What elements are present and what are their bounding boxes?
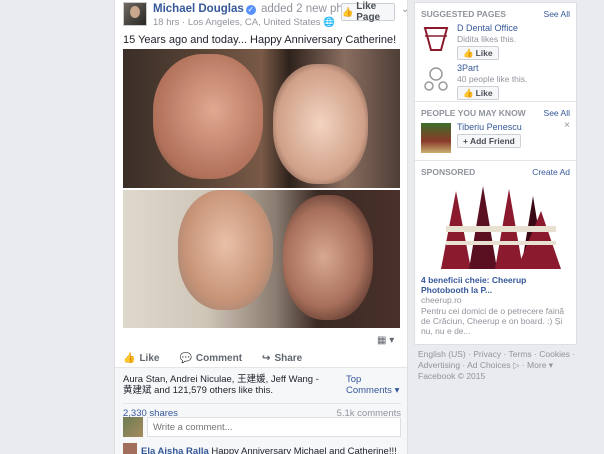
ad-image[interactable] (421, 181, 571, 271)
verified-badge-icon: ✓ (245, 5, 256, 15)
chevron-down-icon[interactable]: ⌄ (401, 4, 407, 15)
like-page-label: Like Page (356, 1, 381, 23)
page-social-context: Didita likes this. (457, 34, 517, 44)
suggested-page-item: 3Part 40 people like this. 👍 Like (415, 61, 576, 101)
likers-text[interactable]: Aura Stan, Andrei Niculae, 王建媛, Jeff Wan… (123, 374, 323, 396)
people-you-may-know-section: PEOPLE YOU MAY KNOW See All Tiberiu Pene… (415, 101, 576, 160)
author-name[interactable]: Michael Douglas (153, 3, 244, 15)
photo-options-icon[interactable]: ▦ ▾ (377, 335, 394, 346)
page-footer: English (US) · Privacy · Terms · Cookies… (418, 349, 578, 382)
right-sidebar: SUGGESTED PAGES See All D Dental Office … (414, 2, 577, 345)
ad-description: Pentru cei domici de o petrecere faină d… (421, 306, 565, 336)
see-all-link[interactable]: See All (544, 9, 570, 19)
viewer-avatar (123, 417, 143, 437)
comment-item: Ela Aisha Ralla Happy Anniversary Michae… (123, 443, 397, 454)
woman-face (273, 64, 368, 184)
like-page-button[interactable]: 👍 Like Page (341, 1, 395, 23)
comment-text: Happy Anniversary Michael and Catherine!… (211, 446, 397, 454)
person-avatar[interactable] (421, 123, 451, 153)
reactions-panel: Aura Stan, Andrei Niculae, 王建媛, Jeff Wan… (115, 367, 407, 454)
person-name[interactable]: Tiberiu Penescu (457, 122, 522, 132)
man-face (153, 54, 263, 179)
man-face (178, 190, 273, 310)
suggested-pages-section: SUGGESTED PAGES See All D Dental Office … (415, 3, 576, 101)
footer-links-2[interactable]: Advertising · Ad Choices ▷ · More ▾ (418, 360, 578, 371)
post-photo-1[interactable] (123, 49, 400, 188)
add-friend-icon: + (463, 136, 468, 146)
top-comments-dropdown[interactable]: Top Comments ▾ (346, 374, 407, 396)
like-button[interactable]: 👍 Like (457, 86, 499, 100)
thumbs-up-icon: 👍 (123, 352, 136, 364)
page-social-context: 40 people like this. (457, 74, 528, 84)
author-avatar[interactable] (123, 2, 147, 26)
add-friend-button[interactable]: + Add Friend (457, 134, 521, 148)
share-button[interactable]: ↪ Share (262, 350, 302, 366)
thumbs-up-icon: 👍 (463, 47, 474, 58)
thumbs-up-icon: 👍 (463, 87, 474, 98)
dismiss-icon[interactable]: × (564, 120, 570, 131)
comment-button[interactable]: 💬 Comment (179, 350, 242, 366)
comment-icon: 💬 (179, 352, 192, 364)
page-name[interactable]: D Dental Office (457, 23, 518, 33)
suggested-page-item: D Dental Office Didita likes this. 👍 Like (415, 21, 576, 61)
comment-composer (123, 416, 401, 438)
post-actions: 👍 Like 💬 Comment ↪ Share (123, 350, 401, 366)
commenter-avatar[interactable] (123, 443, 137, 454)
ad-title[interactable]: 4 beneficii cheie: Cheerup Photobooth la… (415, 275, 576, 295)
woman-face (283, 195, 373, 320)
like-button[interactable]: 👍 Like (457, 46, 499, 60)
globe-icon: 🌐 (323, 17, 335, 28)
create-ad-link[interactable]: Create Ad (532, 167, 570, 177)
comment-input[interactable] (147, 417, 401, 437)
post-caption: 15 Years ago and today... Happy Annivers… (123, 34, 397, 46)
sponsored-section: SPONSORED Create Ad 4 beneficii cheie: C… (415, 160, 576, 344)
3part-logo-icon[interactable] (421, 64, 451, 94)
post-header: Michael Douglas ✓ added 2 new photos. 18 … (123, 1, 407, 30)
see-all-link[interactable]: See All (544, 108, 570, 118)
ad-url[interactable]: cheerup.ro (415, 295, 576, 305)
post-photo-2[interactable] (123, 190, 400, 328)
post-time[interactable]: 18 hrs (153, 17, 179, 28)
footer-links-1[interactable]: English (US) · Privacy · Terms · Cookies… (418, 349, 578, 360)
news-feed-post: Michael Douglas ✓ added 2 new photos. 18 … (114, 0, 408, 454)
comment-author[interactable]: Ela Aisha Ralla (141, 446, 209, 454)
like-button[interactable]: 👍 Like (123, 350, 159, 366)
person-suggestion: Tiberiu Penescu × + Add Friend (415, 120, 576, 160)
thumbs-up-icon: 👍 (342, 6, 354, 17)
copyright: Facebook © 2015 (418, 371, 486, 381)
author-line: Michael Douglas ✓ added 2 new photos. (153, 3, 368, 15)
share-icon: ↪ (262, 352, 271, 364)
post-location[interactable]: Los Angeles, CA, United States (188, 17, 321, 28)
page-name[interactable]: 3Part (457, 63, 479, 73)
dental-logo-icon[interactable] (421, 24, 451, 54)
post-meta: 18 hrs · Los Angeles, CA, United States … (153, 17, 335, 28)
